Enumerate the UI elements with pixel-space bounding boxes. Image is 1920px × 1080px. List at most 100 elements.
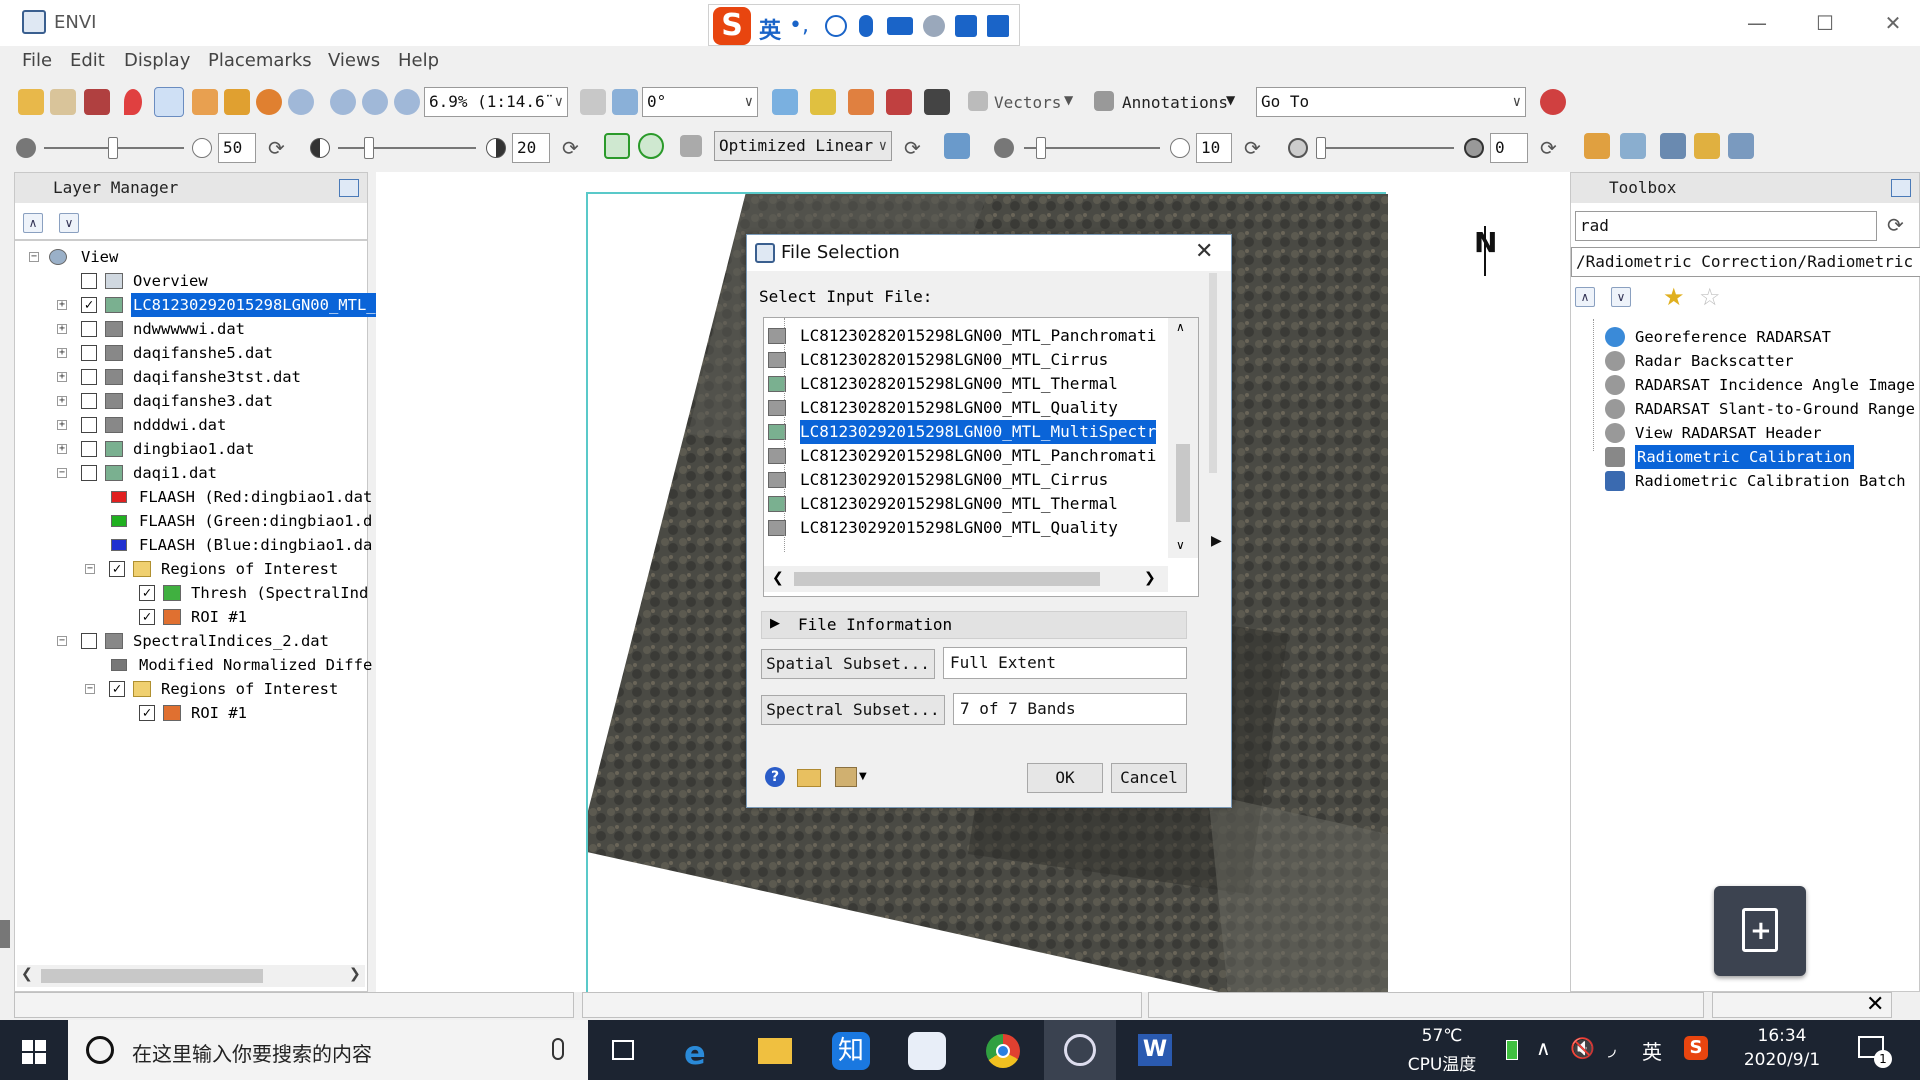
sogou-logo-icon[interactable]: S (713, 7, 751, 45)
panel-dock-icon[interactable] (339, 179, 359, 197)
spatial-subset-button[interactable]: Spatial Subset... (761, 649, 935, 679)
goto-combo[interactable]: Go To ∨ (1256, 87, 1526, 117)
layer-checkbox[interactable] (81, 345, 97, 361)
taskbar-search-box[interactable]: 在这里输入你要搜索的内容 (68, 1020, 588, 1080)
stretch-type-icon[interactable] (680, 135, 702, 157)
file-explorer-icon[interactable] (740, 1020, 812, 1080)
transparency-slider-thumb[interactable] (1316, 137, 1326, 159)
scroll-right-arrow-icon[interactable]: ❯ (349, 966, 361, 982)
tool-radarsat-incidence-angle[interactable]: RADARSAT Incidence Angle Image (1605, 373, 1915, 397)
profile-chart-icon[interactable] (1584, 133, 1610, 159)
word-icon[interactable]: W (1120, 1020, 1192, 1080)
brightness-field[interactable]: 50 (218, 133, 256, 163)
dialog-close-icon[interactable]: ✕ (1195, 239, 1213, 264)
portal-icon[interactable] (1620, 133, 1646, 159)
zoom-out-icon[interactable] (362, 89, 388, 115)
zoom-full-icon[interactable] (394, 89, 420, 115)
sharpen-slider-thumb[interactable] (1036, 137, 1046, 159)
brightness-slider-thumb[interactable] (108, 137, 118, 159)
crosshair-icon[interactable] (848, 89, 874, 115)
goto-action-icon[interactable] (1540, 89, 1566, 115)
placemark-icon[interactable] (124, 89, 142, 115)
hscroll-thumb[interactable] (794, 572, 1100, 586)
layer-checkbox[interactable] (81, 417, 97, 433)
pan-hand-icon[interactable] (192, 89, 218, 115)
menu-views[interactable]: Views (328, 50, 380, 71)
add-favorite-star-icon[interactable]: ★ (1663, 283, 1685, 311)
overview-checkbox[interactable] (81, 273, 97, 289)
data-manager-icon[interactable] (50, 89, 76, 115)
measure-icon[interactable] (924, 89, 950, 115)
tool-radiometric-calibration[interactable]: Radiometric Calibration (1605, 445, 1854, 469)
scroll-left-arrow-icon[interactable]: ❮ (772, 570, 784, 586)
hscroll-thumb[interactable] (41, 969, 263, 983)
roi-tool-icon[interactable] (886, 89, 912, 115)
file-list-vscrollbar[interactable]: ∧ ∨ (1168, 318, 1198, 558)
microphone-icon[interactable] (552, 1038, 564, 1060)
dialog-scrollbar[interactable] (1209, 273, 1217, 473)
zoom-icon[interactable] (288, 89, 314, 115)
envi-taskbar-icon[interactable] (1044, 1020, 1116, 1080)
roi-folder-checkbox[interactable]: ✓ (109, 681, 125, 697)
stretch-view-icon[interactable] (638, 133, 664, 159)
zoom-in-icon[interactable] (330, 89, 356, 115)
help-icon[interactable]: ? (765, 767, 785, 787)
transparency-slider-track[interactable] (1316, 147, 1454, 149)
expand-all-button[interactable]: ∨ (1611, 287, 1631, 307)
spectral-profile-icon[interactable] (810, 89, 836, 115)
wifi-icon[interactable]: ◞ (1608, 1036, 1616, 1060)
clock-date[interactable]: 2020/9/1 (1730, 1050, 1834, 1070)
file-list-item[interactable]: LC81230282015298LGN00_MTL_Quality (768, 396, 1118, 420)
tool-radiometric-calibration-batch[interactable]: Radiometric Calibration Batch (1605, 469, 1906, 493)
tool-view-radarsat-header[interactable]: View RADARSAT Header (1605, 421, 1822, 445)
zoom-level-combo[interactable]: 6.9% (1:14.6̈ ∨ (424, 87, 568, 117)
reset-brightness-icon[interactable]: ⟳ (268, 136, 285, 160)
keyboard-icon[interactable] (887, 17, 913, 35)
menu-help[interactable]: Help (398, 50, 439, 71)
annotations-icon[interactable] (1094, 91, 1114, 111)
rotate-icon[interactable] (256, 89, 282, 115)
cancel-button[interactable]: Cancel (1111, 763, 1187, 793)
scroll-up-arrow-icon[interactable]: ∧ (1176, 320, 1185, 334)
tree-node-band[interactable]: FLAASH (Blue:dingbiao1.da (15, 533, 372, 557)
user-icon[interactable] (923, 15, 945, 37)
chip-view-icon[interactable] (84, 89, 110, 115)
roi-checkbox[interactable]: ✓ (139, 609, 155, 625)
collapse-all-button[interactable]: ∧ (23, 213, 43, 233)
maximize-button[interactable]: ☐ (1802, 8, 1848, 38)
file-list-item[interactable]: LC81230292015298LGN00_MTL_Thermal (768, 492, 1118, 516)
tree-node-band[interactable]: FLAASH (Green:dingbiao1.d (15, 509, 372, 533)
layer-checkbox[interactable] (81, 441, 97, 457)
microphone-icon[interactable] (859, 15, 873, 37)
roi-checkbox[interactable]: ✓ (139, 585, 155, 601)
layer-checkbox[interactable] (81, 369, 97, 385)
file-list-item[interactable]: LC81230282015298LGN00_MTL_Thermal (768, 372, 1118, 396)
chrome-icon[interactable] (968, 1020, 1040, 1080)
scroll-down-arrow-icon[interactable]: ∨ (1176, 538, 1185, 552)
sogou-tray-icon[interactable]: S (1684, 1036, 1708, 1060)
close-button[interactable]: ✕ (1870, 8, 1916, 38)
scroll-right-arrow-icon[interactable]: ❯ (1144, 570, 1156, 586)
dialog-expand-arrow-icon[interactable]: ▶ (1211, 533, 1222, 549)
file-list-item[interactable]: LC81230282015298LGN00_MTL_Cirrus (768, 348, 1108, 372)
menu-display[interactable]: Display (124, 50, 190, 71)
spectral-subset-button[interactable]: Spectral Subset... (761, 695, 945, 725)
tree-node-roi[interactable]: ✓ Thresh (SpectralInd (15, 581, 368, 605)
edge-browser-icon[interactable]: e (664, 1020, 736, 1080)
ok-button[interactable]: OK (1027, 763, 1103, 793)
tree-node-roi-folder[interactable]: − ✓ Regions of Interest (15, 557, 355, 581)
file-list-item-selected[interactable]: LC81230292015298LGN00_MTL_MultiSpectr (768, 420, 1157, 444)
vectors-icon[interactable] (968, 91, 988, 111)
open-folder-icon[interactable] (18, 89, 44, 115)
ime-language-toggle[interactable]: 英 (759, 13, 781, 45)
flicker-icon[interactable] (1694, 133, 1720, 159)
file-list-item[interactable]: LC81230292015298LGN00_MTL_Quality (768, 516, 1118, 540)
vscroll-thumb[interactable] (1176, 444, 1190, 522)
ime-tray-language[interactable]: 英 (1642, 1036, 1662, 1065)
transparency-field[interactable]: 0 (1490, 133, 1528, 163)
punctuation-icon[interactable]: •, (789, 13, 809, 38)
tree-node-layer[interactable]: + dingbiao1.dat (15, 437, 355, 461)
tool-radarsat-slant-to-ground[interactable]: RADARSAT Slant-to-Ground Range (1605, 397, 1915, 421)
file-information-section[interactable]: ▶ File Information (761, 611, 1187, 639)
panel-dock-icon[interactable] (1891, 179, 1911, 197)
